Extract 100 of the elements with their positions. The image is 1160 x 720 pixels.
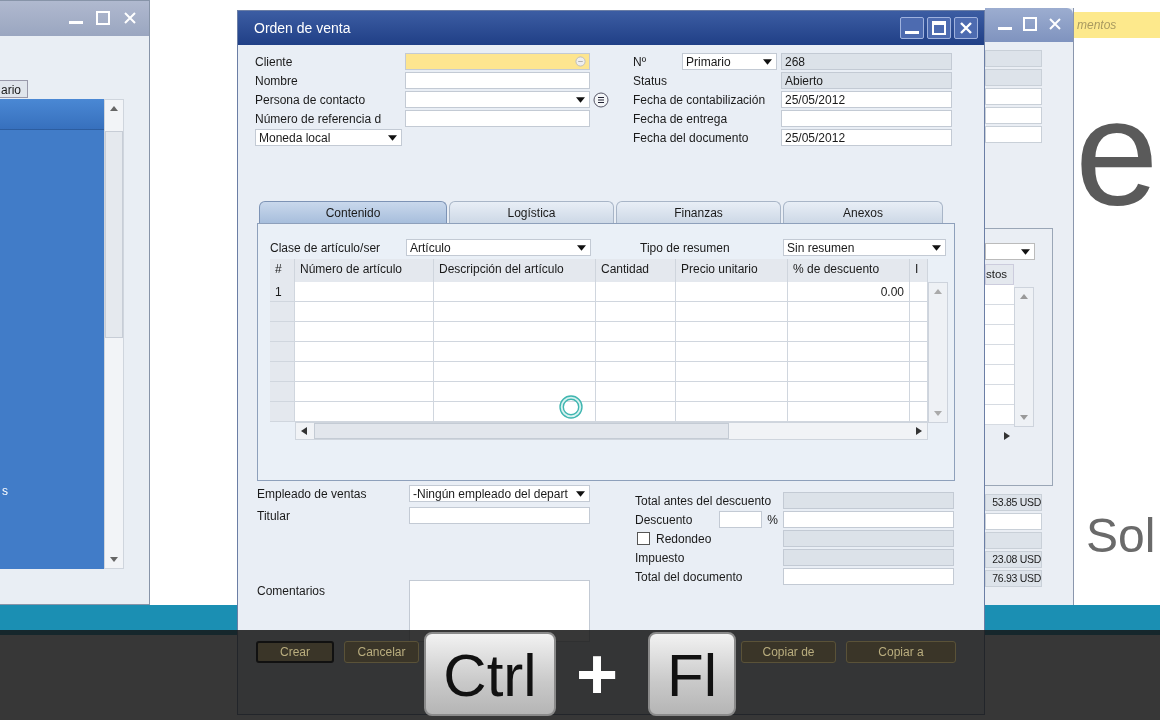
column-header[interactable]: # — [270, 259, 295, 282]
scrollbar[interactable] — [295, 422, 928, 440]
caret-icon[interactable] — [932, 245, 941, 251]
copy-from-button[interactable]: Copiar de — [741, 641, 836, 663]
create-button[interactable]: Crear — [256, 641, 334, 663]
tab[interactable]: Logística — [449, 201, 614, 223]
table-cell — [985, 325, 1014, 345]
tab[interactable]: Contenido — [259, 201, 447, 223]
banner-text: mentos — [1077, 18, 1117, 32]
table-cell — [910, 302, 928, 322]
series-dropdown[interactable]: Primario — [682, 53, 777, 70]
scroll-thumb[interactable] — [314, 423, 729, 439]
field-label: Titular — [257, 508, 291, 523]
input-field[interactable] — [781, 110, 952, 127]
table-cell — [910, 362, 928, 382]
scroll-down-icon[interactable] — [109, 556, 119, 564]
cancel-button[interactable]: Cancelar — [344, 641, 419, 663]
input-field[interactable] — [985, 88, 1042, 105]
input-field[interactable] — [405, 72, 590, 89]
logo-letter: e — [1075, 78, 1159, 228]
input-field[interactable] — [783, 492, 954, 509]
caret-icon[interactable] — [763, 59, 772, 65]
percent-sign: % — [766, 512, 779, 527]
row-number: 1 — [270, 282, 295, 302]
scrollbar[interactable] — [104, 99, 124, 569]
field-label: Nombre — [255, 73, 299, 88]
item-type-dropdown[interactable]: Artículo — [406, 239, 591, 256]
row-header — [270, 362, 295, 382]
field-label: Empleado de ventas — [257, 486, 368, 501]
row-header — [270, 302, 295, 322]
field-label: Número de referencia d — [255, 111, 383, 126]
minimize-icon[interactable] — [900, 17, 924, 39]
loading-icon — [557, 393, 585, 421]
input-field[interactable] — [985, 107, 1042, 124]
caret-icon[interactable] — [388, 135, 397, 141]
table-cell: 0.00 — [788, 282, 910, 302]
caret-icon[interactable] — [576, 97, 585, 103]
field-label: Fecha del documento — [633, 130, 750, 145]
input-field[interactable]: 25/05/2012 — [781, 91, 952, 108]
input-field[interactable]: Abierto — [781, 72, 952, 89]
field-label: Persona de contacto — [255, 92, 367, 107]
caret-icon[interactable] — [1021, 249, 1030, 255]
maximize-icon[interactable] — [927, 17, 951, 39]
field-label: Comentarios — [257, 584, 327, 598]
table-cell — [910, 342, 928, 362]
scrollbar[interactable] — [1014, 287, 1034, 427]
column-header[interactable]: Precio unitario — [676, 259, 788, 282]
dropdown[interactable] — [985, 243, 1035, 260]
scroll-up-icon[interactable] — [109, 104, 119, 112]
column-header[interactable]: Número de artículo — [295, 259, 434, 282]
table-cell — [985, 285, 1014, 305]
column-header[interactable]: Descripción del artículo — [434, 259, 596, 282]
scroll-right-icon[interactable] — [915, 426, 923, 436]
input-field[interactable] — [783, 530, 954, 547]
scroll-thumb[interactable] — [105, 130, 123, 338]
table-cell — [985, 345, 1014, 365]
scroll-right-icon[interactable] — [1003, 431, 1011, 441]
summary-type-dropdown[interactable]: Sin resumen — [783, 239, 946, 256]
customer-field[interactable] — [405, 53, 590, 70]
input-field[interactable] — [783, 568, 954, 585]
percent-field[interactable] — [719, 511, 762, 528]
table-cell — [910, 322, 928, 342]
list-item[interactable]: s — [2, 484, 8, 498]
column-header[interactable]: Cantidad — [596, 259, 676, 282]
input-field[interactable] — [985, 50, 1042, 67]
input-field[interactable] — [405, 110, 590, 127]
table-cell — [985, 405, 1014, 425]
details-icon[interactable] — [593, 91, 609, 108]
field-label: Fecha de contabilización — [633, 92, 767, 107]
field-label: Impuesto — [635, 550, 686, 565]
close-icon[interactable] — [954, 17, 978, 39]
scroll-up-icon[interactable] — [1019, 292, 1029, 300]
field-label: Total antes del descuento — [635, 493, 773, 508]
scroll-left-icon[interactable] — [300, 426, 308, 436]
table-cell — [910, 282, 928, 302]
currency-dropdown[interactable]: Moneda local — [255, 129, 402, 146]
table-cell — [910, 382, 928, 402]
tab[interactable]: ario — [0, 80, 28, 98]
tab[interactable]: Anexos — [783, 201, 943, 223]
lookup-icon[interactable] — [575, 56, 586, 67]
field-label: Clase de artículo/ser — [270, 240, 382, 255]
input-field[interactable] — [783, 511, 954, 528]
caret-icon[interactable] — [576, 491, 585, 497]
input-field[interactable] — [409, 507, 590, 524]
checkbox[interactable] — [637, 532, 650, 545]
table-cell — [985, 305, 1014, 325]
sales-employee-dropdown[interactable]: -Ningún empleado del depart — [409, 485, 590, 502]
caret-icon[interactable] — [577, 245, 586, 251]
input-field[interactable] — [985, 69, 1042, 86]
scroll-down-icon[interactable] — [1019, 414, 1029, 422]
input-field[interactable]: 268 — [781, 53, 952, 70]
copy-to-button[interactable]: Copiar a — [846, 641, 956, 663]
input-field[interactable]: 25/05/2012 — [781, 129, 952, 146]
tab[interactable]: Finanzas — [616, 201, 781, 223]
input-field[interactable] — [783, 549, 954, 566]
column-header[interactable]: I — [910, 259, 928, 282]
input-field[interactable] — [985, 126, 1042, 143]
input-field[interactable] — [985, 513, 1042, 530]
checkbox-label: Redondeo — [656, 531, 712, 546]
column-header[interactable]: % de descuento — [788, 259, 910, 282]
